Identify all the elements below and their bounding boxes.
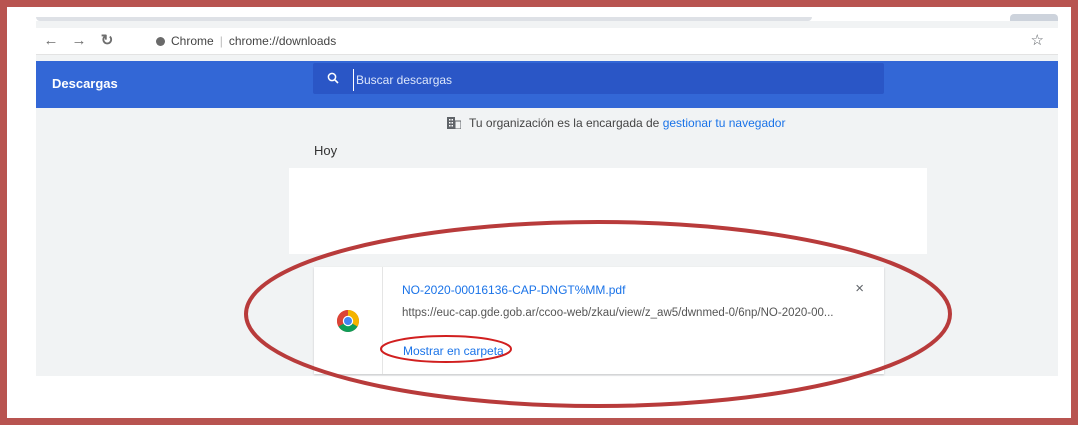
- back-arrow-icon[interactable]: ←: [42, 31, 60, 51]
- address-site: Chrome: [171, 34, 214, 48]
- search-input[interactable]: [353, 69, 858, 91]
- date-header: Hoy: [314, 143, 338, 158]
- download-item: NO-2020-00016136-CAP-DNGT%MM.pdf https:/…: [314, 267, 884, 374]
- address-url: chrome://downloads: [228, 34, 337, 48]
- forward-arrow-icon[interactable]: →: [70, 31, 88, 51]
- building-icon: [447, 117, 461, 129]
- page-title: Descargas: [52, 76, 118, 91]
- remove-download-button[interactable]: ×: [855, 281, 864, 297]
- download-file-name[interactable]: NO-2020-00016136-CAP-DNGT%MM.pdf: [402, 283, 625, 297]
- star-icon[interactable]: ☆: [1031, 31, 1044, 51]
- download-icon-column: [314, 267, 383, 374]
- reload-icon[interactable]: ↻: [98, 31, 116, 51]
- tab-strip: [36, 17, 812, 21]
- downloads-header: Descargas: [36, 61, 1058, 108]
- managed-notice-text: Tu organización es la encargada de: [469, 116, 660, 130]
- manage-browser-link[interactable]: gestionar tu navegador: [663, 116, 786, 130]
- search-icon[interactable]: [327, 72, 339, 84]
- blank-download-card: [289, 168, 927, 254]
- address-separator: |: [219, 34, 223, 48]
- site-info-icon[interactable]: [156, 37, 165, 46]
- search-box[interactable]: [313, 63, 884, 94]
- tab-strip-right: [1010, 14, 1058, 21]
- managed-notice: Tu organización es la encargada de gesti…: [447, 116, 785, 130]
- download-url: https://euc-cap.gde.gob.ar/ccoo-web/zkau…: [402, 307, 834, 319]
- chrome-icon: [337, 310, 359, 332]
- browser-toolbar: ← → ↻ Chrome | chrome://downloads ☆: [36, 28, 1058, 55]
- show-in-folder-link[interactable]: Mostrar en carpeta: [403, 344, 504, 358]
- address-bar[interactable]: Chrome | chrome://downloads: [156, 30, 456, 52]
